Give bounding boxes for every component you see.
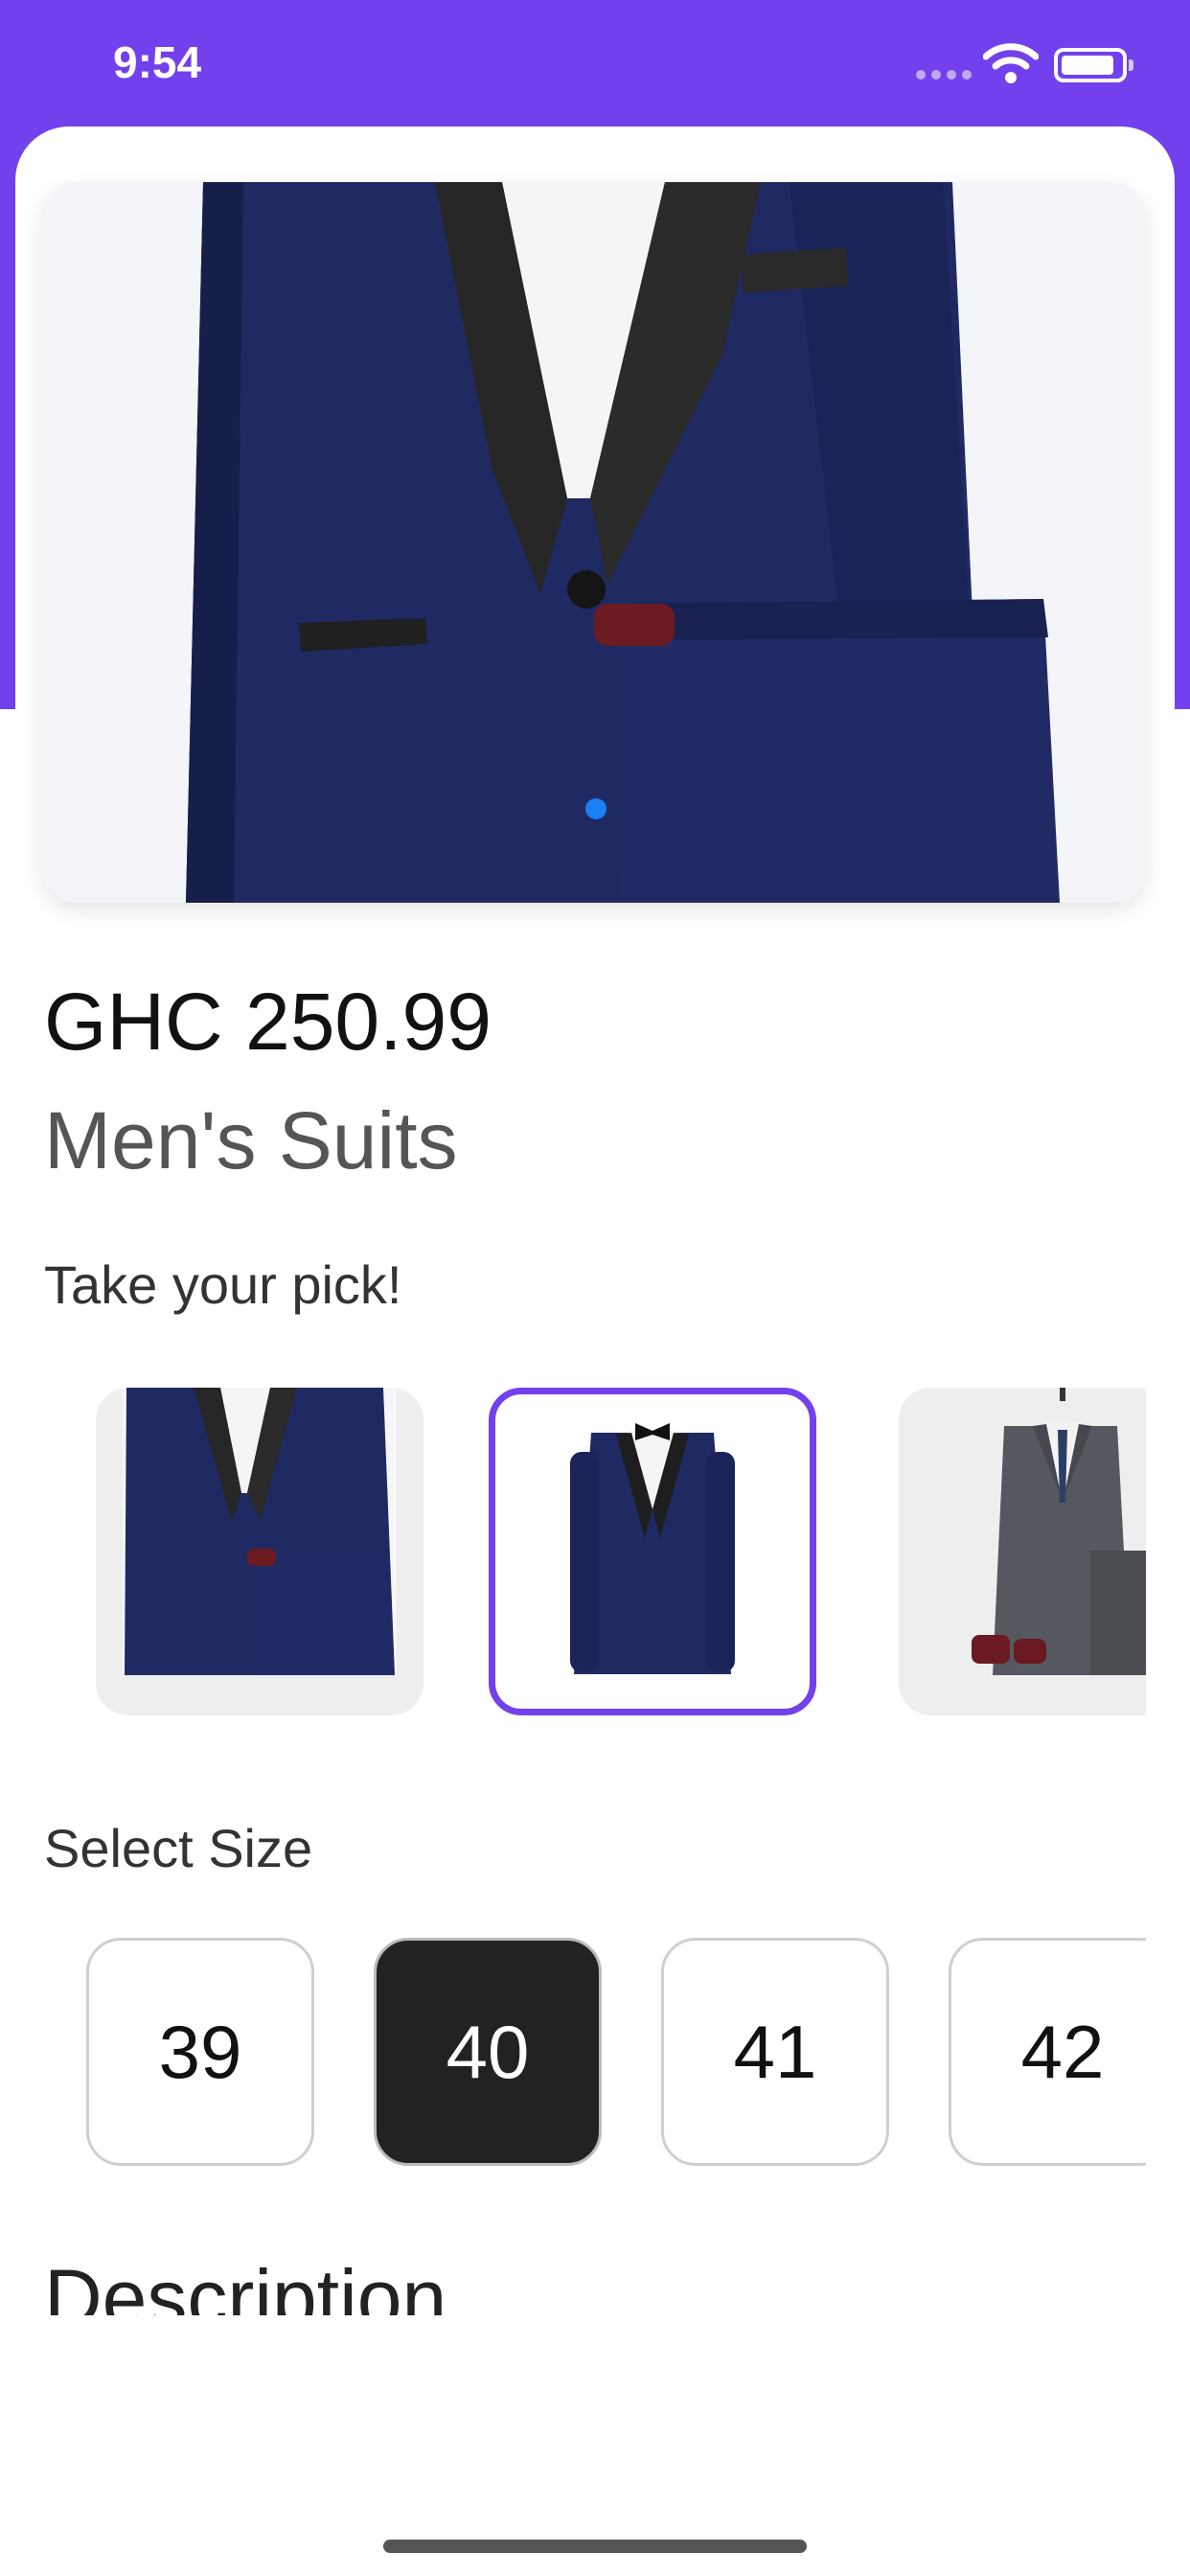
size-option-40[interactable]: 40 [374,1938,602,2166]
product-price: GHC 250.99 [44,977,492,1067]
description-title: Description [44,2253,447,2315]
size-option-42[interactable]: 42 [949,1938,1146,2166]
variant-option-3[interactable] [899,1388,1146,1715]
size-option-41[interactable]: 41 [661,1938,889,2166]
battery-icon [1054,48,1133,82]
variant-thumbnail [899,1388,1146,1715]
product-name: Men's Suits [44,1095,458,1185]
cellular-signal-icon [916,70,972,83]
home-indicator[interactable] [383,2540,807,2553]
variant-list [0,1380,1146,1727]
variant-thumbnail [96,1388,423,1715]
wifi-icon [983,43,1039,83]
product-image-carousel[interactable] [42,182,1146,903]
size-section-label: Select Size [44,1818,313,1878]
variant-thumbnail [516,1410,789,1684]
variant-option-1[interactable] [96,1388,423,1715]
size-selector: 39 40 41 42 [0,1932,1146,2168]
status-bar: 9:54 [0,0,1190,126]
variant-section-label: Take your pick! [44,1254,402,1315]
carousel-page-indicator [585,798,606,819]
product-image [42,182,1146,903]
size-option-39[interactable]: 39 [86,1938,314,2166]
variant-option-2[interactable] [489,1388,816,1715]
description-section: Description [44,2252,1098,2315]
status-time: 9:54 [113,37,202,87]
